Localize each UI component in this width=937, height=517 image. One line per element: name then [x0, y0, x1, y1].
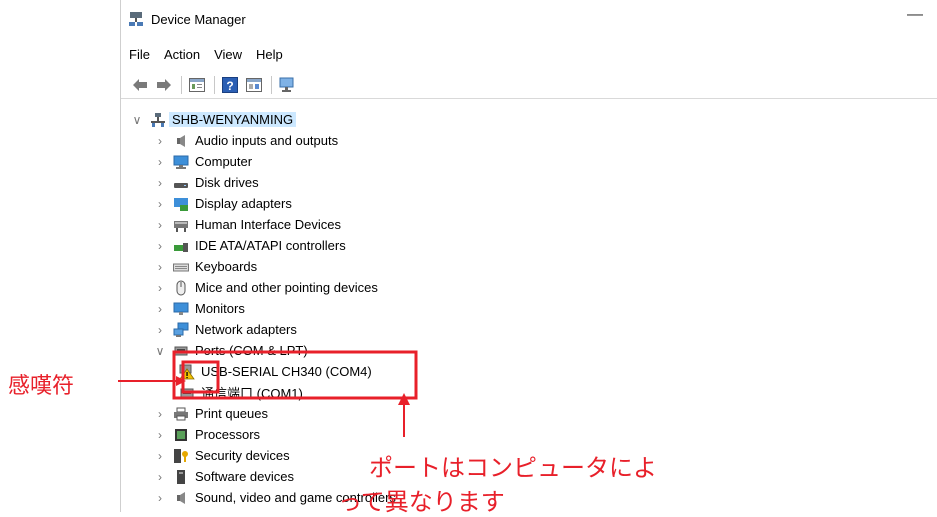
port-annotation-line1: ポートはコンピュータによ: [369, 454, 657, 482]
annotation-overlay: [118, 350, 418, 437]
warning-icon-highlight-box: [181, 360, 220, 394]
